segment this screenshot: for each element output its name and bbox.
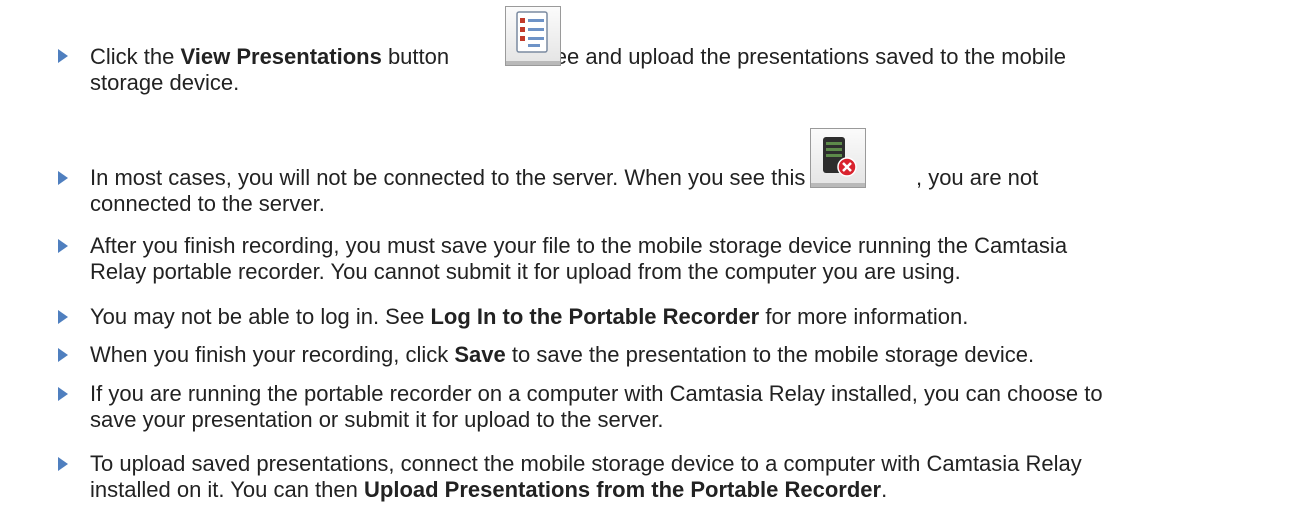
server-disconnected-icon [823,137,857,177]
text-segment: installed on it. You can then [90,477,364,502]
text-segment: To upload saved presentations, connect t… [90,451,1082,476]
view-presentations-button[interactable] [505,6,561,66]
link-log-in-portable-recorder[interactable]: Log In to the Portable Recorder [430,304,759,329]
bullet-item-save-file: After you finish recording, you must sav… [58,233,1278,289]
bold-text: View Presentations [180,44,382,69]
text-segment: You may not be able to log in. See [90,304,431,329]
text-segment: button [381,44,456,69]
bullet-text: After you finish recording, you must sav… [90,233,1265,285]
text-segment: . [881,477,888,502]
bullet-arrow-icon [58,310,68,324]
bullet-arrow-icon [58,348,68,362]
text-segment: to save the presentation to the mobile s… [505,342,1035,367]
text-segment: After you finish recording, you must sav… [90,233,1068,258]
link-upload-presentations[interactable]: Upload Presentations from the Portable R… [364,477,881,502]
text-segment: In most cases, you will not be connected… [90,165,858,190]
text-segment: connected to the server. [90,191,325,216]
text-segment: Click the [90,44,181,69]
bullet-item-view-presentations: Click the View Presentations button to s… [58,38,1278,98]
bullet-item-server-disconnected: In most cases, you will not be connected… [58,165,1278,221]
text-segment: save your presentation or submit it for … [90,407,664,432]
bullet-text: To upload saved presentations, connect t… [90,451,1265,503]
bullet-item-save: When you finish your recording, click Sa… [58,342,1278,370]
bullet-item-log-in: You may not be able to log in. See Log I… [58,304,1278,332]
bullet-text: When you finish your recording, click Sa… [90,342,1265,368]
text-segment: to see and upload the presentations save… [513,44,1067,69]
bullet-arrow-icon [58,239,68,253]
icon-base [811,183,865,187]
text-segment: Relay portable recorder. You cannot subm… [90,259,961,284]
text-segment: for more information. [759,304,969,329]
bullet-arrow-icon [58,171,68,185]
bullet-arrow-icon [58,387,68,401]
bullet-arrow-icon [58,457,68,471]
bold-text: Save [454,342,506,367]
bullet-text: If you are running the portable recorder… [90,381,1265,433]
bullet-item-camtasia-installed: If you are running the portable recorder… [58,381,1278,437]
bullet-arrow-icon [58,49,68,63]
view-presentations-icon [516,11,548,53]
button-base [506,61,560,65]
bullet-text: Click the View Presentations button to s… [90,44,1265,96]
bullet-item-upload-saved: To upload saved presentations, connect t… [58,451,1278,507]
bullet-text: You may not be able to log in. See Log I… [90,304,1265,330]
text-segment: If you are running the portable recorder… [90,381,1103,406]
text-segment: , you are not [915,165,1039,190]
text-segment: storage device. [90,70,240,95]
text-segment: When you finish your recording, click [90,342,455,367]
bullet-text: In most cases, you will not be connected… [90,165,1265,217]
server-status-icon-box [810,128,866,188]
